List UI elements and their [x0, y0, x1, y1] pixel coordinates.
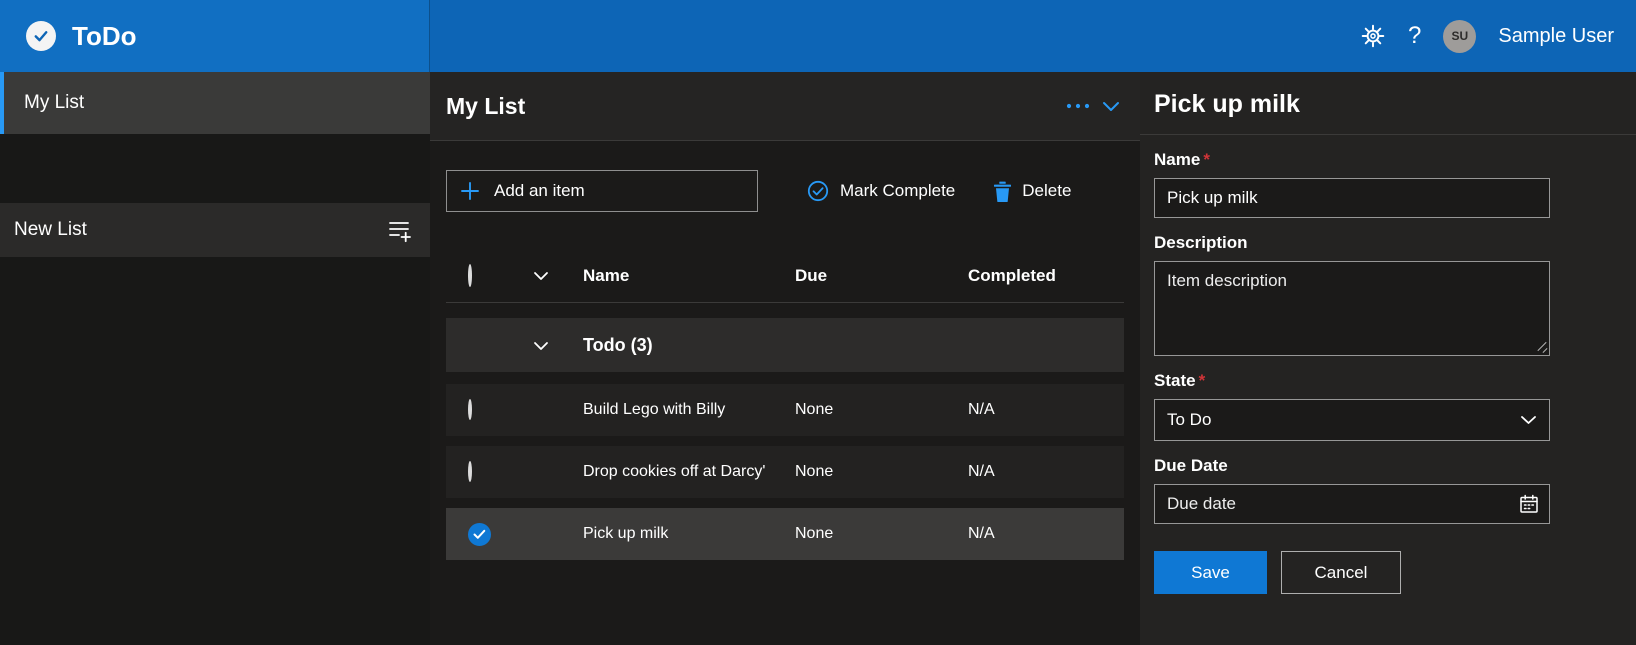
due-date-wrap: [1154, 484, 1550, 524]
select-all-checkbox[interactable]: [468, 264, 472, 287]
sidebar-item-label: My List: [24, 92, 84, 114]
group-header-row[interactable]: Todo (3): [446, 318, 1124, 372]
more-options-icon[interactable]: [1066, 103, 1090, 109]
description-wrap: [1154, 261, 1550, 356]
list-title: My List: [446, 93, 525, 120]
state-label-text: State: [1154, 371, 1196, 390]
state-label: State*: [1154, 371, 1620, 391]
sidebar-new-list[interactable]: New List: [0, 203, 430, 257]
mark-complete-label: Mark Complete: [840, 181, 955, 201]
row-check-cell: [446, 523, 492, 546]
required-asterisk: *: [1203, 150, 1210, 169]
table-header-row: Name Due Completed: [446, 250, 1124, 303]
group-label: Todo (3): [583, 335, 795, 356]
list-panel: My List Add an item Ma: [430, 72, 1140, 645]
table-row-selected[interactable]: Pick up milk None N/A: [446, 508, 1124, 560]
row-due: None: [795, 463, 968, 481]
row-name: Drop cookies off at Darcy': [583, 463, 795, 481]
add-item-button[interactable]: Add an item: [446, 170, 758, 212]
delete-button[interactable]: Delete: [993, 181, 1071, 202]
name-label: Name*: [1154, 150, 1620, 170]
column-header-name: Name: [583, 266, 795, 286]
row-name: Pick up milk: [583, 525, 795, 543]
mark-complete-button[interactable]: Mark Complete: [806, 179, 955, 203]
chevron-down-icon[interactable]: [533, 271, 549, 281]
new-list-label: New List: [14, 219, 87, 241]
settings-gear-icon[interactable]: [1360, 23, 1386, 49]
due-date-field[interactable]: [1154, 484, 1550, 524]
row-checkbox[interactable]: [468, 399, 472, 420]
delete-label: Delete: [1022, 181, 1071, 201]
required-asterisk: *: [1199, 371, 1206, 390]
row-completed: N/A: [968, 401, 1124, 419]
trash-icon: [993, 181, 1012, 202]
items-table: Name Due Completed Todo (3) Build Lego w…: [446, 250, 1124, 570]
form-buttons: Save Cancel: [1154, 551, 1620, 594]
column-header-completed: Completed: [968, 266, 1124, 286]
description-field[interactable]: [1154, 261, 1550, 356]
header-chevron-cell: [492, 266, 583, 286]
table-row[interactable]: Drop cookies off at Darcy' None N/A: [446, 446, 1124, 498]
cancel-button[interactable]: Cancel: [1281, 551, 1401, 594]
due-date-label: Due Date: [1154, 456, 1620, 476]
row-due: None: [795, 525, 968, 543]
description-label: Description: [1154, 233, 1620, 253]
name-field[interactable]: [1154, 178, 1550, 218]
select-all-cell: [446, 266, 492, 286]
list-header-actions: [1066, 101, 1120, 112]
topbar: ToDo ? SU Sample User: [0, 0, 1636, 72]
chevron-down-icon: [1520, 415, 1537, 425]
app-logo-check-icon: [26, 21, 56, 51]
detail-title: Pick up milk: [1140, 72, 1636, 135]
column-header-due: Due: [795, 266, 968, 286]
table-row[interactable]: Build Lego with Billy None N/A: [446, 384, 1124, 436]
chevron-down-icon[interactable]: [533, 341, 549, 351]
name-label-text: Name: [1154, 150, 1200, 169]
list-toolbar: Add an item Mark Complete Delete: [430, 141, 1140, 212]
detail-panel: Pick up milk Name* Description State* To…: [1140, 72, 1636, 645]
row-checkbox[interactable]: [468, 461, 472, 482]
row-check-cell: [446, 401, 492, 419]
sidebar: My List New List: [0, 72, 430, 645]
topbar-actions: ? SU Sample User: [430, 0, 1636, 72]
help-icon[interactable]: ?: [1408, 22, 1421, 50]
state-dropdown[interactable]: To Do: [1154, 399, 1550, 441]
detail-form: Name* Description State* To Do Due Date: [1140, 150, 1636, 594]
sidebar-item-my-list[interactable]: My List: [0, 72, 430, 134]
save-button[interactable]: Save: [1154, 551, 1267, 594]
list-header: My List: [430, 72, 1140, 141]
add-item-label: Add an item: [494, 181, 585, 201]
main-area: My List New List My List: [0, 72, 1636, 645]
row-completed: N/A: [968, 525, 1124, 543]
avatar[interactable]: SU: [1443, 20, 1476, 53]
state-value: To Do: [1167, 410, 1211, 430]
row-check-cell: [446, 463, 492, 481]
row-checkbox-checked[interactable]: [468, 523, 491, 546]
topbar-brand: ToDo: [0, 0, 430, 72]
row-due: None: [795, 401, 968, 419]
collapse-chevron-icon[interactable]: [1102, 101, 1120, 112]
app-title: ToDo: [72, 21, 137, 52]
user-name: Sample User: [1498, 25, 1614, 48]
row-name: Build Lego with Billy: [583, 401, 795, 419]
plus-icon: [460, 181, 480, 201]
row-completed: N/A: [968, 463, 1124, 481]
check-circle-icon: [806, 179, 830, 203]
group-chevron-cell: [492, 335, 583, 356]
add-list-icon[interactable]: [386, 217, 412, 243]
